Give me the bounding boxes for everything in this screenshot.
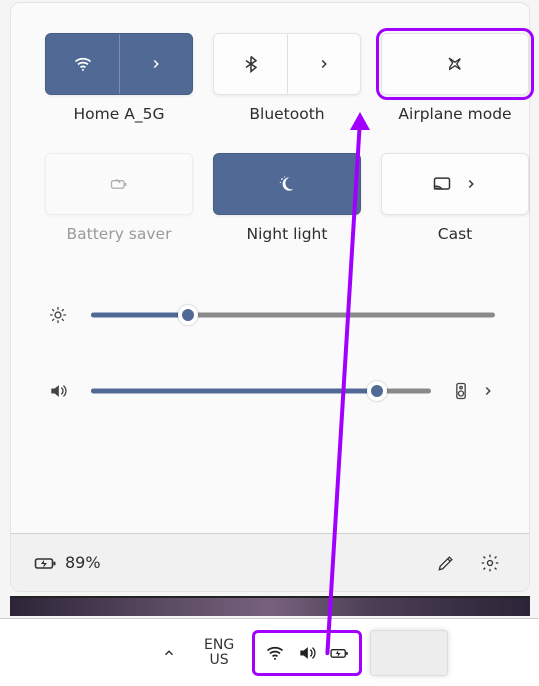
battery-status[interactable]: 89% [33,551,101,575]
quick-settings-grid-row2: Battery saver Night light Ca [45,153,495,247]
cast-icon [432,174,452,194]
battery-percent-text: 89% [65,553,101,572]
airplane-tile[interactable] [381,33,529,95]
volume-icon [297,643,317,663]
battery-charging-icon [329,643,349,663]
cast-tile[interactable] [381,153,529,215]
wifi-tile-wrap: Home A_5G [45,33,193,127]
battery-saver-icon [109,174,129,194]
bluetooth-tile[interactable] [213,33,361,95]
chevron-right-icon [317,57,331,71]
bluetooth-toggle[interactable] [214,34,287,94]
settings-button[interactable] [473,546,507,580]
taskbar-preview-thumbnail[interactable] [370,630,448,676]
night-light-label: Night light [247,225,328,247]
airplane-tile-wrap: Airplane mode [381,33,529,127]
wifi-toggle[interactable] [46,34,119,94]
annotation-arrow-head [350,112,370,130]
volume-row [45,381,495,401]
chevron-right-icon [464,177,478,191]
battery-charging-icon [33,551,57,575]
chevron-up-icon [162,646,176,660]
volume-icon [45,381,71,401]
chevron-right-icon [481,384,495,398]
airplane-icon [445,54,465,74]
wifi-icon [265,643,285,663]
bluetooth-label: Bluetooth [249,105,324,127]
battery-saver-label: Battery saver [67,225,172,247]
edit-quick-settings-button[interactable] [429,546,463,580]
quick-settings-panel: Home A_5G Bluetooth [10,2,530,592]
chevron-right-icon [149,57,163,71]
language-line2: US [210,653,229,668]
speaker-device-icon [451,381,471,401]
sliders-section [45,305,495,401]
language-line1: ENG [204,638,234,653]
volume-slider[interactable] [91,381,431,401]
quick-settings-grid: Home A_5G Bluetooth [45,33,495,127]
battery-saver-tile-wrap: Battery saver [45,153,193,247]
panel-footer: 89% [11,533,529,591]
bluetooth-icon [241,54,261,74]
taskbar: ENG US [0,618,539,686]
night-light-icon [277,174,297,194]
bluetooth-expand[interactable] [287,34,360,94]
night-light-tile-wrap: Night light [213,153,361,247]
night-light-tile[interactable] [213,153,361,215]
brightness-slider[interactable] [91,305,495,325]
bluetooth-tile-wrap: Bluetooth [213,33,361,127]
cast-tile-wrap: Cast [381,153,529,247]
brightness-row [45,305,495,325]
cast-label: Cast [438,225,472,247]
tray-expand-button[interactable] [152,631,186,675]
wifi-tile[interactable] [45,33,193,95]
desktop-wallpaper-strip [10,596,530,616]
wifi-label: Home A_5G [74,105,165,127]
brightness-icon [45,305,71,325]
battery-saver-tile [45,153,193,215]
audio-output-selector[interactable] [451,381,495,401]
gear-icon [480,553,500,573]
wifi-icon [73,54,93,74]
airplane-label: Airplane mode [398,105,511,127]
wifi-expand[interactable] [119,34,192,94]
language-indicator[interactable]: ENG US [194,631,244,675]
pencil-icon [436,553,456,573]
system-tray-quick-settings[interactable] [252,630,362,676]
